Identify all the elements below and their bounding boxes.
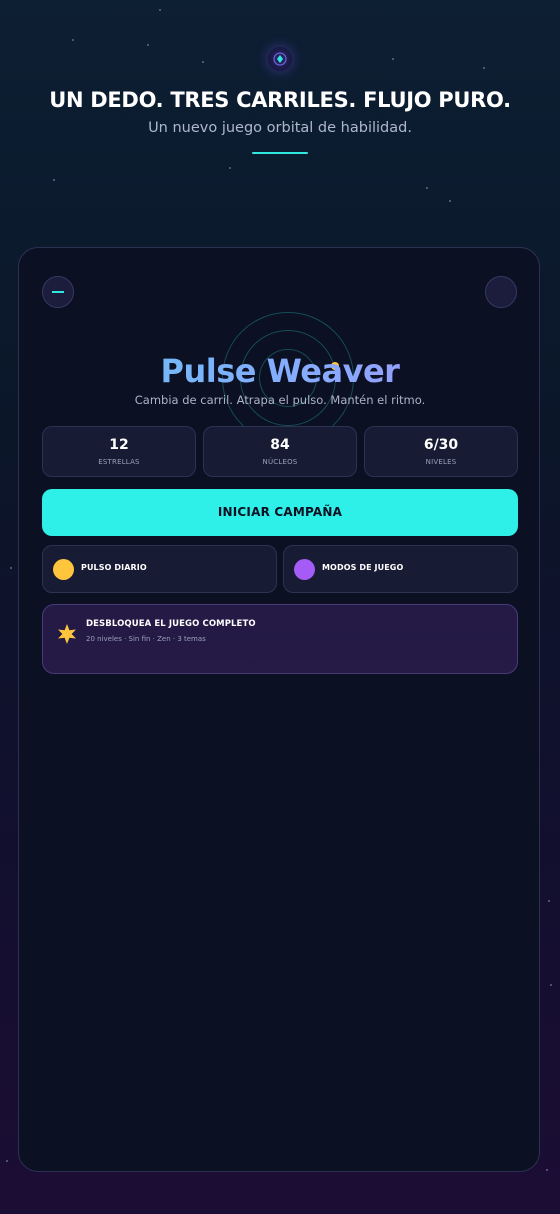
unlock-title: DESBLOQUEA EL JUEGO COMPLETO xyxy=(86,619,256,629)
stat-value: 6/30 xyxy=(423,437,459,453)
game-title: Pulse Weaver xyxy=(19,352,541,390)
header-divider xyxy=(252,152,308,154)
game-modes-label: MODOS DE JUEGO xyxy=(322,563,404,572)
background-star xyxy=(147,44,149,46)
stat-value: 12 xyxy=(109,437,129,453)
background-star xyxy=(546,1169,548,1171)
page-headline: UN DEDO. TRES CARRILES. FLUJO PURO. xyxy=(49,88,511,112)
daily-pulse-label: PULSO DIARIO xyxy=(81,563,147,572)
star-icon xyxy=(58,624,76,644)
planet-dot-icon xyxy=(294,559,315,580)
game-modes-button[interactable]: MODOS DE JUEGO xyxy=(283,545,518,593)
stat-label: NÚCLEOS xyxy=(262,458,298,466)
sun-dot-icon xyxy=(53,559,74,580)
daily-pulse-button[interactable]: PULSO DIARIO xyxy=(42,545,277,593)
profile-button[interactable] xyxy=(485,276,517,308)
background-star xyxy=(53,179,55,181)
background-star xyxy=(72,39,74,41)
stat-cores: 84 NÚCLEOS xyxy=(203,426,357,477)
background-star xyxy=(6,1160,8,1162)
background-star xyxy=(483,67,485,69)
background-star xyxy=(159,9,161,11)
page-subheadline: Un nuevo juego orbital de habilidad. xyxy=(148,120,412,136)
stat-levels: 6/30 NIVELES xyxy=(364,426,518,477)
game-menu-card: Pulse Weaver Cambia de carril. Atrapa el… xyxy=(18,247,540,1172)
background-star xyxy=(550,984,552,986)
stat-label: NIVELES xyxy=(425,458,457,466)
game-tagline: Cambia de carril. Atrapa el pulso. Manté… xyxy=(134,393,426,407)
background-star xyxy=(548,900,550,902)
background-star xyxy=(229,167,231,169)
background-star xyxy=(202,61,204,63)
orbit-diamond-icon xyxy=(268,47,292,71)
menu-button[interactable] xyxy=(42,276,74,308)
background-star xyxy=(392,58,394,60)
unlock-subtitle: 20 niveles · Sin fin · Zen · 3 temas xyxy=(86,635,206,643)
start-campaign-button[interactable]: INICIAR CAMPAÑA xyxy=(42,489,518,536)
menu-icon xyxy=(52,291,64,293)
stat-stars: 12 ESTRELLAS xyxy=(42,426,196,477)
unlock-full-game-button[interactable]: DESBLOQUEA EL JUEGO COMPLETO 20 niveles … xyxy=(42,604,518,674)
background-star xyxy=(426,187,428,189)
background-star xyxy=(10,567,12,569)
background-star xyxy=(449,200,451,202)
stat-value: 84 xyxy=(270,437,290,453)
stat-label: ESTRELLAS xyxy=(98,458,140,466)
